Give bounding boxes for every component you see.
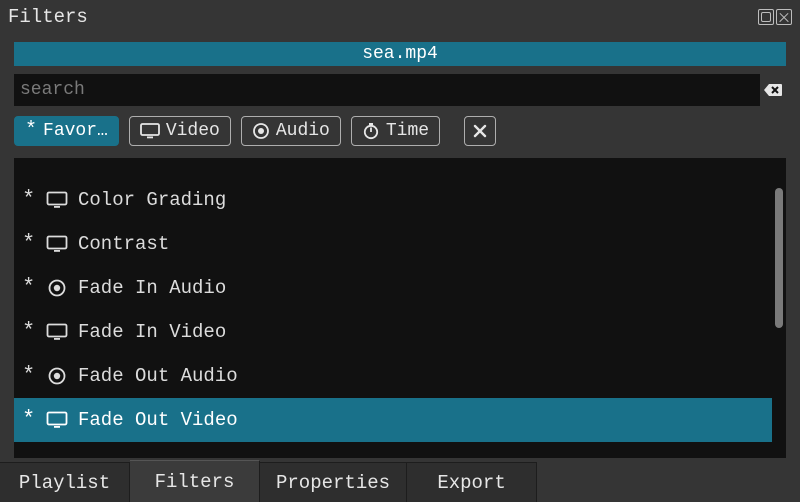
- favorite-asterisk-icon: *: [22, 233, 36, 255]
- disc-icon: [46, 278, 68, 298]
- filters-panel: Filters sea.mp4 * Favor…: [0, 0, 800, 502]
- filter-label: Fade In Video: [78, 321, 226, 343]
- filter-label: Fade Out Video: [78, 409, 238, 431]
- favorite-asterisk-icon: *: [22, 409, 36, 431]
- disc-icon: [252, 122, 270, 140]
- filter-list[interactable]: * * Color Grading * Contrast * Fade In Audio * F…: [14, 158, 772, 458]
- scrollbar-thumb[interactable]: [775, 188, 783, 328]
- filter-list-container: * * Color Grading * Contrast * Fade In Audio * F…: [14, 158, 786, 458]
- current-file-name: sea.mp4: [362, 44, 438, 64]
- tab-filters[interactable]: Filters: [130, 460, 260, 502]
- current-file-bar: sea.mp4: [14, 42, 786, 66]
- tab-export[interactable]: Export: [407, 462, 537, 502]
- close-categories-button[interactable]: [464, 116, 496, 146]
- favorite-asterisk-icon: *: [22, 365, 36, 387]
- favorite-asterisk-icon: *: [22, 321, 36, 343]
- display-icon: [46, 235, 68, 253]
- category-favorites[interactable]: * Favor…: [14, 116, 119, 146]
- favorite-asterisk-icon: *: [22, 189, 36, 211]
- category-audio[interactable]: Audio: [241, 116, 341, 146]
- filter-item[interactable]: * Fade In Video: [14, 310, 772, 354]
- display-icon: [140, 123, 160, 139]
- search-input[interactable]: [14, 74, 760, 106]
- clear-search-icon[interactable]: [760, 83, 786, 97]
- filter-item[interactable]: *: [14, 158, 772, 178]
- disc-icon: [46, 366, 68, 386]
- stopwatch-icon: [362, 122, 380, 140]
- filter-item[interactable]: * Fade Out Audio: [14, 354, 772, 398]
- category-row: * Favor… Video A: [14, 114, 786, 148]
- tab-playlist[interactable]: Playlist: [0, 462, 130, 502]
- display-icon: [46, 411, 68, 429]
- panel-body: sea.mp4 * Favor…: [0, 34, 800, 458]
- filter-item[interactable]: * Fade Out Video: [14, 398, 772, 442]
- filter-label: Contrast: [78, 233, 169, 255]
- category-video[interactable]: Video: [129, 116, 231, 146]
- search-row: [14, 74, 786, 106]
- filter-item[interactable]: * Color Grading: [14, 178, 772, 222]
- display-icon: [46, 191, 68, 209]
- close-icon[interactable]: [776, 9, 792, 25]
- asterisk-icon: *: [25, 121, 37, 141]
- titlebar: Filters: [0, 0, 800, 34]
- filter-label: Color Grading: [78, 189, 226, 211]
- display-icon: [46, 323, 68, 341]
- category-time[interactable]: Time: [351, 116, 440, 146]
- favorite-asterisk-icon: *: [22, 277, 36, 299]
- tab-properties[interactable]: Properties: [260, 462, 407, 502]
- x-icon: [473, 124, 487, 138]
- bottom-tabs: Playlist Filters Properties Export: [0, 462, 800, 502]
- maximize-icon[interactable]: [758, 9, 774, 25]
- panel-title: Filters: [8, 6, 88, 28]
- filter-label: Fade In Audio: [78, 277, 226, 299]
- filter-label: Fade Out Audio: [78, 365, 238, 387]
- filter-item[interactable]: * Fade In Audio: [14, 266, 772, 310]
- filter-item[interactable]: * Contrast: [14, 222, 772, 266]
